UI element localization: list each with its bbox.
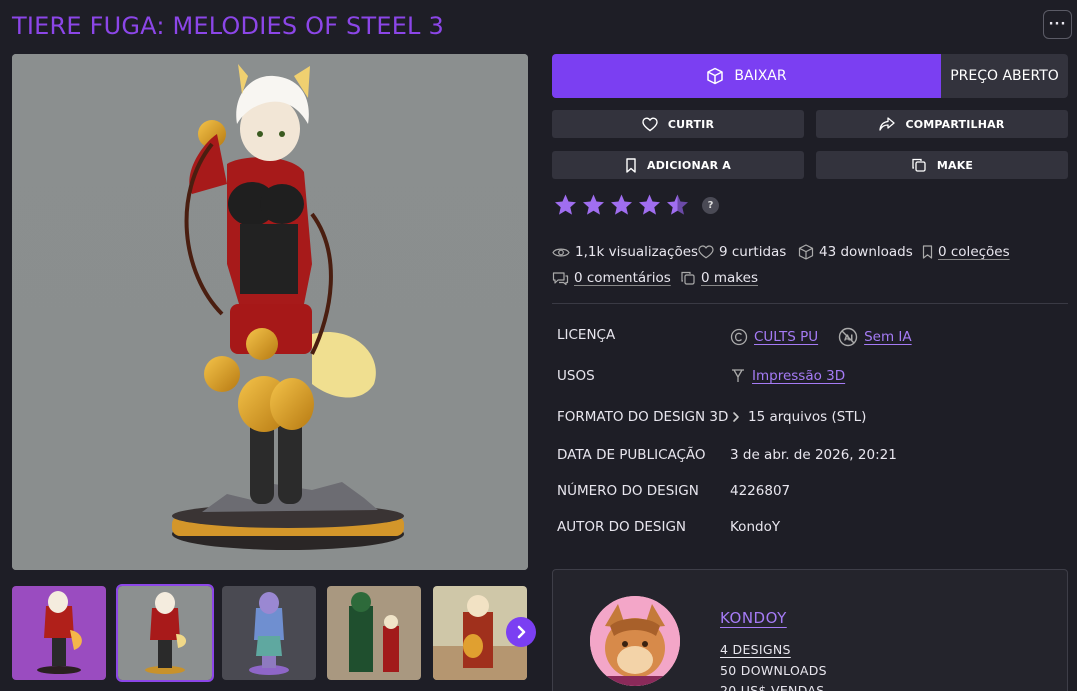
uses-value: Impressão 3D (730, 368, 845, 384)
license-link[interactable]: CULTS PU (754, 329, 818, 345)
uses-link[interactable]: Impressão 3D (752, 368, 845, 384)
thumbnail-image (327, 586, 421, 680)
chevron-right-icon (517, 625, 526, 639)
likes-count: 9 curtidas (719, 244, 787, 260)
more-options-button[interactable]: ··· (1043, 10, 1072, 39)
make-label: MAKE (936, 158, 974, 172)
license-value: CULTS PU AI Sem IA (730, 327, 912, 347)
collections-stat[interactable]: 0 coleções (922, 244, 1010, 260)
thumbnail-image (118, 586, 212, 680)
download-button[interactable]: BAIXAR (552, 54, 941, 98)
author-downloads: 50 DOWNLOADS (720, 663, 827, 678)
downloads-stat: 43 downloads (798, 244, 913, 260)
comment-icon (552, 271, 569, 285)
license-label: LICENÇA (557, 327, 616, 343)
downloads-count: 43 downloads (819, 244, 913, 260)
thumbnail-2[interactable] (116, 584, 214, 682)
author-avatar-image (590, 596, 680, 686)
ai-link[interactable]: Sem IA (864, 329, 912, 345)
published-value: 3 de abr. de 2026, 20:21 (730, 447, 897, 463)
collections-link[interactable]: 0 coleções (938, 244, 1010, 260)
copy-icon (912, 158, 926, 172)
makes-link[interactable]: 0 makes (701, 270, 758, 286)
star-full-icon (583, 194, 604, 215)
format-files: 15 arquivos (STL) (748, 409, 867, 425)
views-stat: 1,1k visualizações (552, 244, 698, 260)
cube-icon (798, 244, 814, 260)
author-name-link[interactable]: KONDOY (720, 609, 787, 627)
thumbnail-image (222, 586, 316, 680)
bookmark-icon (626, 157, 636, 173)
copy-icon (681, 271, 695, 285)
divider (552, 303, 1068, 304)
uses-label: USOS (557, 368, 595, 384)
format-value[interactable]: 15 arquivos (STL) (730, 409, 866, 425)
open-price-button[interactable]: PREÇO ABERTO (941, 54, 1068, 98)
star-full-icon (639, 194, 660, 215)
author-value: KondoY (730, 519, 781, 535)
makes-stat[interactable]: 0 makes (680, 270, 758, 286)
cube-icon (707, 67, 724, 85)
comments-link[interactable]: 0 comentários (574, 270, 671, 286)
comments-stat[interactable]: 0 comentários (552, 270, 671, 286)
author-sales: 20 US$ VENDAS (720, 683, 825, 691)
no-ai-icon: AI (838, 327, 858, 347)
main-product-image[interactable] (12, 54, 528, 570)
share-button[interactable]: COMPARTILHAR (816, 110, 1068, 138)
thumbnail-next-button[interactable] (506, 617, 536, 647)
add-to-label: ADICIONAR A (647, 158, 731, 172)
avatar[interactable] (590, 596, 680, 686)
like-label: CURTIR (667, 117, 715, 131)
rating-help-icon[interactable]: ? (702, 196, 719, 214)
like-button[interactable]: CURTIR (552, 110, 804, 138)
figure-render-image (12, 54, 528, 570)
design-number-value: 4226807 (730, 483, 791, 499)
printer-nozzle-icon (732, 369, 744, 382)
copyright-icon (730, 328, 748, 346)
eye-icon (552, 248, 570, 256)
author-designs-link[interactable]: 4 DESIGNS (720, 642, 791, 657)
published-label: DATA DE PUBLICAÇÃO (557, 447, 706, 463)
author-label: AUTOR DO DESIGN (557, 519, 687, 535)
rating-stars: ? (553, 193, 719, 217)
make-button[interactable]: MAKE (816, 151, 1068, 179)
format-label: FORMATO DO DESIGN 3D (557, 409, 729, 425)
download-label: BAIXAR (734, 68, 787, 84)
star-full-icon (555, 194, 576, 215)
thumbnail-image (12, 586, 106, 680)
star-half-icon (667, 194, 688, 215)
bookmark-icon (922, 245, 933, 259)
thumbnail-1[interactable] (12, 586, 106, 680)
star-full-icon (611, 194, 632, 215)
chevron-right-icon (733, 412, 739, 422)
share-label: COMPARTILHAR (905, 117, 1005, 131)
heart-icon (642, 116, 658, 131)
svg-text:AI: AI (844, 334, 853, 343)
thumbnail-4[interactable] (327, 586, 421, 680)
heart-icon (698, 245, 714, 259)
thumbnail-3[interactable] (222, 586, 316, 680)
share-icon (879, 117, 896, 131)
design-number-label: NÚMERO DO DESIGN (557, 483, 699, 499)
page-title: TIERE FUGA: MELODIES OF STEEL 3 (12, 12, 444, 40)
views-count: 1,1k visualizações (575, 244, 699, 260)
add-to-collection-button[interactable]: ADICIONAR A (552, 151, 804, 179)
likes-stat: 9 curtidas (698, 244, 786, 260)
